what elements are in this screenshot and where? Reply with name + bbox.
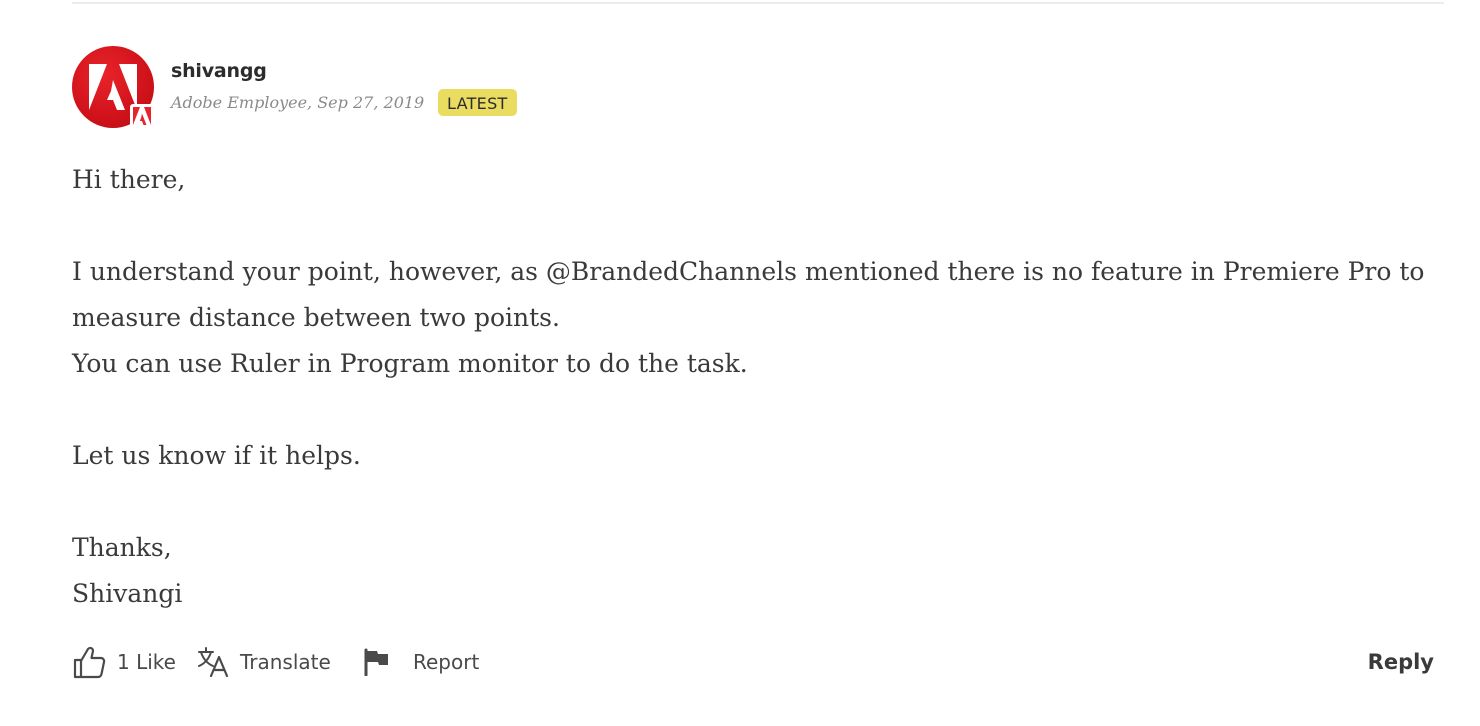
post-body: Hi there, I understand your point, howev… — [72, 157, 1444, 617]
translate-button[interactable]: Translate — [198, 640, 331, 684]
forum-reply-post: shivangg Adobe Employee, Sep 27, 2019 LA… — [72, 0, 1444, 726]
thumbs-up-icon — [73, 646, 106, 679]
author-name[interactable]: shivangg — [171, 60, 267, 82]
author-meta: Adobe Employee, Sep 27, 2019 — [171, 93, 425, 112]
post-paragraph: I understand your point, however, as @Br… — [72, 257, 1425, 332]
flag-icon — [364, 648, 388, 676]
like-button[interactable]: 1 Like — [72, 640, 176, 684]
post-paragraph: Shivangi — [72, 579, 183, 608]
report-label: Report — [413, 650, 480, 674]
adobe-badge-icon — [130, 104, 154, 128]
like-label: 1 Like — [117, 650, 176, 674]
post-paragraph: Hi there, — [72, 165, 186, 194]
post-paragraph: Let us know if it helps. — [72, 441, 361, 470]
post-action-bar: 1 Like Translate Report Reply — [72, 640, 1444, 684]
adobe-logo-icon — [89, 64, 137, 110]
avatar[interactable] — [72, 46, 154, 128]
translate-label: Translate — [240, 650, 331, 674]
post-paragraph: You can use Ruler in Program monitor to … — [72, 349, 748, 378]
latest-badge: LATEST — [438, 89, 517, 116]
translate-icon — [198, 647, 229, 677]
reply-button[interactable]: Reply — [1368, 640, 1434, 684]
report-button[interactable]: Report — [364, 640, 479, 684]
post-paragraph: Thanks, — [72, 533, 172, 562]
